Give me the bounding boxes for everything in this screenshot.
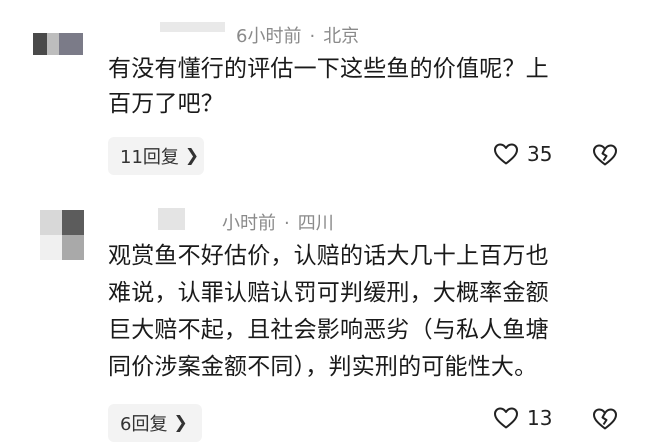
- username[interactable]: [158, 208, 185, 230]
- chevron-right-icon: ❯: [173, 413, 188, 433]
- comment-item: 小时前 · 四川 观赏鱼不好估价，认赔的话大几十上百万也 难说，认罪认赔认罚可判缓刑…: [0, 200, 656, 442]
- comment-time: 6小时前: [236, 26, 302, 47]
- comment-time: 小时前: [222, 213, 276, 234]
- avatar[interactable]: [33, 33, 83, 55]
- comment-line: 百万了吧？: [108, 91, 224, 117]
- replies-label: 11回复: [120, 147, 179, 168]
- comment-line: 巨大赔不起，且社会影响恶劣（与私人鱼塘: [108, 317, 549, 343]
- comment-text: 观赏鱼不好估价，认赔的话大几十上百万也 难说，认罪认赔认罚可判缓刑，大概率金额 …: [108, 238, 628, 386]
- username[interactable]: [160, 22, 225, 32]
- avatar[interactable]: [40, 210, 84, 260]
- like-button[interactable]: 35: [493, 142, 552, 166]
- like-count: 35: [527, 142, 553, 166]
- broken-heart-icon: [593, 408, 617, 430]
- meta-separator: ·: [309, 26, 316, 47]
- comment-meta: 小时前 · 四川: [222, 209, 334, 235]
- heart-outline-icon: [494, 143, 518, 165]
- dislike-button[interactable]: [590, 407, 620, 435]
- comment-location: 四川: [297, 213, 334, 234]
- comment-line: 难说，认罪认赔认罚可判缓刑，大概率金额: [108, 280, 549, 306]
- meta-separator: ·: [284, 213, 290, 234]
- comment-line: 观赏鱼不好估价，认赔的话大几十上百万也: [108, 243, 549, 269]
- view-replies-button[interactable]: 11回复 ❯: [108, 137, 204, 175]
- like-button[interactable]: 13: [493, 406, 552, 430]
- comment-meta: 6小时前 · 北京: [236, 22, 359, 48]
- like-count: 13: [527, 406, 553, 430]
- comment-item: 6小时前 · 北京 有没有懂行的评估一下这些鱼的价值呢？上 百万了吧？ 11回复 ❯…: [0, 0, 656, 200]
- dislike-button[interactable]: [590, 143, 620, 171]
- comment-location: 北京: [323, 26, 360, 47]
- heart-outline-icon: [494, 407, 518, 429]
- chevron-right-icon: ❯: [184, 146, 200, 166]
- comment-text: 有没有懂行的评估一下这些鱼的价值呢？上 百万了吧？: [108, 52, 628, 122]
- comment-line: 同价涉案金额不同），判实刑的可能性大。: [108, 354, 538, 380]
- broken-heart-icon: [593, 144, 617, 166]
- comment-line: 有没有懂行的评估一下这些鱼的价值呢？上: [108, 56, 549, 82]
- view-replies-button[interactable]: 6回复 ❯: [108, 404, 202, 442]
- replies-label: 6回复: [120, 414, 168, 435]
